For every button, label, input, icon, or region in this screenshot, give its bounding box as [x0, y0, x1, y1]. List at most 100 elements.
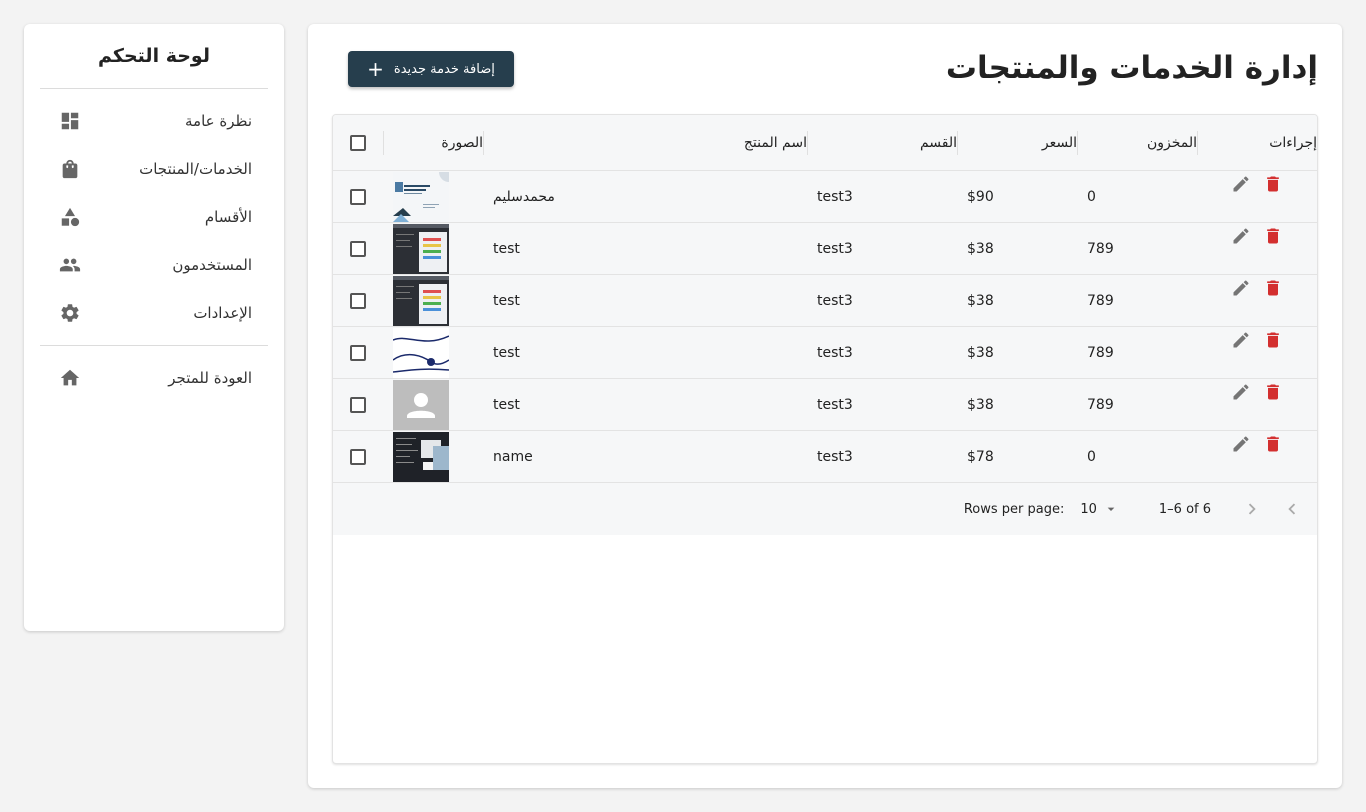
pagination-range: 1–6 of 6 — [1158, 501, 1211, 517]
sidebar-item-label: المستخدمون — [172, 256, 252, 274]
sidebar-footer: العودة للمتجر — [40, 346, 268, 410]
column-header-category[interactable]: القسم — [807, 130, 957, 155]
delete-icon[interactable] — [1263, 382, 1283, 406]
people-icon — [58, 253, 82, 277]
edit-icon[interactable] — [1231, 278, 1251, 302]
product-category: test3 — [817, 396, 853, 413]
product-price: $78 — [967, 448, 994, 465]
sidebar-item-label: الإعدادات — [193, 304, 252, 322]
row-checkbox[interactable] — [350, 448, 366, 465]
delete-icon[interactable] — [1263, 226, 1283, 250]
actions-cell — [1197, 383, 1317, 406]
sidebar-item-settings[interactable]: الإعدادات — [40, 289, 268, 337]
sidebar-item-overview[interactable]: نظرة عامة — [40, 97, 268, 145]
avatar-placeholder-thumb — [393, 379, 449, 430]
product-price: $38 — [967, 344, 994, 361]
category-icon — [58, 205, 82, 229]
main-panel: إدارة الخدمات والمنتجات + إضافة خدمة جدي… — [308, 24, 1342, 788]
table-row[interactable]: test test3 $38 789 — [333, 327, 1317, 379]
dropdown-arrow-icon — [1107, 507, 1115, 511]
delete-icon[interactable] — [1263, 278, 1283, 302]
edit-icon[interactable] — [1231, 226, 1251, 250]
row-select-cell — [333, 344, 383, 361]
product-stock: 0 — [1087, 448, 1096, 465]
column-header-name[interactable]: اسم المنتج — [483, 130, 807, 155]
product-name: test — [493, 240, 520, 257]
table-row[interactable]: محمدسليم test3 $90 0 — [333, 171, 1317, 223]
edit-icon[interactable] — [1231, 434, 1251, 458]
actions-cell — [1197, 279, 1317, 302]
add-service-button[interactable]: + إضافة خدمة جديدة — [348, 51, 514, 87]
product-category: test3 — [817, 240, 853, 257]
column-header-actions[interactable]: إجراءات — [1197, 130, 1317, 155]
dark-ui-thumb — [393, 275, 449, 326]
row-select-cell — [333, 448, 383, 465]
actions-cell — [1197, 435, 1317, 458]
edit-icon[interactable] — [1231, 174, 1251, 198]
product-stock: 0 — [1087, 188, 1096, 205]
row-checkbox[interactable] — [350, 240, 366, 257]
product-stock: 789 — [1087, 240, 1114, 257]
delete-icon[interactable] — [1263, 174, 1283, 198]
image-cell — [383, 275, 483, 326]
image-cell — [383, 431, 483, 482]
row-select-cell — [333, 396, 383, 413]
sidebar-item-label: العودة للمتجر — [168, 369, 252, 387]
products-table: الصورة اسم المنتج القسم السعر المخزون إج… — [332, 114, 1318, 764]
product-name: test — [493, 344, 520, 361]
product-price: $38 — [967, 292, 994, 309]
table-row[interactable]: name test3 $78 0 — [333, 431, 1317, 483]
sidebar-item-products[interactable]: الخدمات/المنتجات — [40, 145, 268, 193]
edit-icon[interactable] — [1231, 330, 1251, 354]
select-all-checkbox[interactable] — [350, 134, 366, 151]
sidebar-item-categories[interactable]: الأقسام — [40, 193, 268, 241]
sidebar-item-users[interactable]: المستخدمون — [40, 241, 268, 289]
sidebar-item-label: الأقسام — [204, 208, 252, 226]
product-name: test — [493, 396, 520, 413]
dark-ui-thumb — [393, 223, 449, 274]
column-header-stock[interactable]: المخزون — [1077, 130, 1197, 155]
column-header-image[interactable]: الصورة — [383, 130, 483, 155]
image-cell — [383, 223, 483, 274]
sidebar-item-label: نظرة عامة — [185, 112, 252, 130]
table-row[interactable]: test test3 $38 789 — [333, 379, 1317, 431]
delete-icon[interactable] — [1263, 330, 1283, 354]
product-category: test3 — [817, 188, 853, 205]
product-stock: 789 — [1087, 344, 1114, 361]
previous-page-icon[interactable] — [1281, 498, 1303, 520]
product-name: محمدسليم — [493, 188, 555, 205]
sidebar-item-back-to-store[interactable]: العودة للمتجر — [40, 354, 268, 402]
table-grid: الصورة اسم المنتج القسم السعر المخزون إج… — [333, 115, 1317, 535]
home-icon — [58, 366, 82, 390]
column-header-price[interactable]: السعر — [957, 130, 1077, 155]
plus-icon: + — [367, 57, 384, 81]
row-checkbox[interactable] — [350, 188, 366, 205]
table-row[interactable]: test test3 $38 789 — [333, 275, 1317, 327]
line-diagram-thumb — [393, 327, 449, 378]
delete-icon[interactable] — [1263, 434, 1283, 458]
actions-cell — [1197, 331, 1317, 354]
row-checkbox[interactable] — [350, 396, 366, 413]
page-title: إدارة الخدمات والمنتجات — [945, 50, 1318, 86]
rows-per-page-select[interactable]: 10 — [1080, 501, 1119, 517]
table-header-row: الصورة اسم المنتج القسم السعر المخزون إج… — [333, 115, 1317, 171]
sidebar: لوحة التحكم نظرة عامة الخدمات/المنتجات ا… — [24, 24, 284, 631]
product-stock: 789 — [1087, 292, 1114, 309]
row-checkbox[interactable] — [350, 292, 366, 309]
table-pagination: Rows per page: 10 1–6 of 6 — [333, 483, 1317, 535]
edit-icon[interactable] — [1231, 382, 1251, 406]
product-name: name — [493, 448, 533, 465]
image-cell — [383, 327, 483, 378]
gear-icon — [58, 301, 82, 325]
row-checkbox[interactable] — [350, 344, 366, 361]
next-page-icon[interactable] — [1241, 498, 1263, 520]
image-cell — [383, 171, 483, 222]
rows-per-page-value: 10 — [1080, 501, 1097, 517]
image-cell — [383, 379, 483, 430]
rows-per-page-label: Rows per page: — [963, 501, 1065, 517]
product-category: test3 — [817, 292, 853, 309]
product-price: $38 — [967, 240, 994, 257]
product-category: test3 — [817, 448, 853, 465]
dashboard-icon — [58, 109, 82, 133]
table-row[interactable]: test test3 $38 789 — [333, 223, 1317, 275]
